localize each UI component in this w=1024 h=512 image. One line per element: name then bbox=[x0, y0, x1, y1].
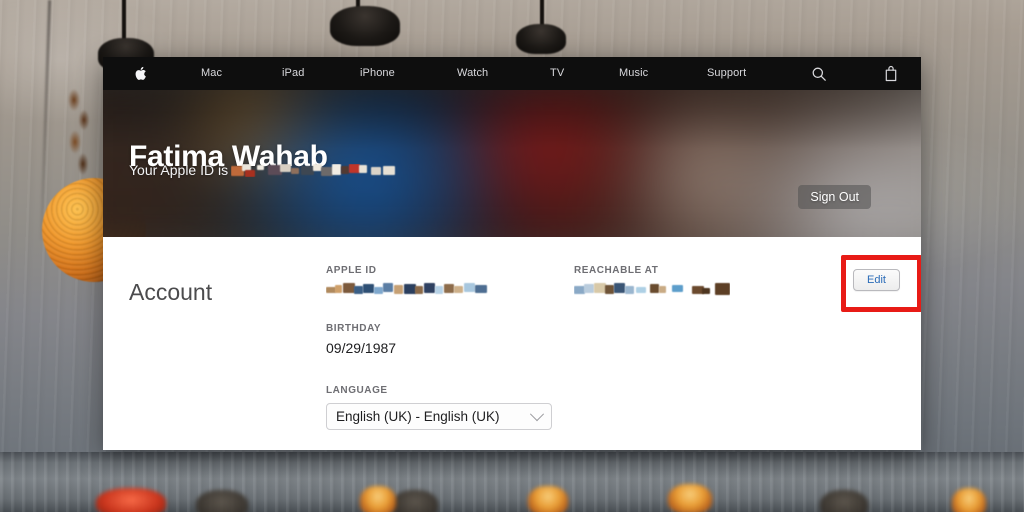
apple-id-value-redacted bbox=[326, 282, 488, 297]
nav-item-watch[interactable]: Watch bbox=[457, 57, 488, 90]
hanging-beads bbox=[66, 86, 92, 186]
apple-id-subtitle: Your Apple ID is bbox=[129, 162, 397, 178]
apple-id-subtitle-prefix: Your Apple ID is bbox=[129, 162, 229, 178]
language-label: LANGUAGE bbox=[326, 385, 388, 396]
field-birthday: BIRTHDAY 09/29/1987 bbox=[326, 323, 396, 356]
glowing-lamp bbox=[392, 490, 438, 512]
field-apple-id: APPLE ID bbox=[326, 265, 488, 297]
lamp-cord bbox=[122, 0, 126, 40]
nav-item-support[interactable]: Support bbox=[707, 57, 746, 90]
apple-logo-icon[interactable] bbox=[132, 57, 148, 90]
field-reachable-at: REACHABLE AT bbox=[574, 265, 730, 297]
sign-out-button[interactable]: Sign Out bbox=[798, 185, 871, 209]
apple-id-subtitle-redacted bbox=[231, 163, 397, 177]
language-selected-value: English (UK) - English (UK) bbox=[336, 409, 500, 424]
nav-item-iphone[interactable]: iPhone bbox=[360, 57, 395, 90]
glowing-lamp bbox=[820, 490, 868, 512]
edit-button[interactable]: Edit bbox=[853, 269, 900, 291]
field-language: LANGUAGE English (UK) - English (UK) bbox=[326, 385, 552, 430]
account-content: Account APPLE ID REACHABLE AT BIRTHDAY 0… bbox=[103, 237, 921, 450]
nav-item-ipad[interactable]: iPad bbox=[282, 57, 304, 90]
birthday-value: 09/29/1987 bbox=[326, 340, 397, 356]
glowing-lamp bbox=[96, 488, 166, 512]
profile-hero-banner: Fatima Wahab Your Apple ID is Sign Out bbox=[103, 90, 921, 237]
glowing-lamp bbox=[528, 486, 568, 512]
nav-item-music[interactable]: Music bbox=[619, 57, 648, 90]
birthday-label: BIRTHDAY bbox=[326, 323, 382, 334]
search-icon[interactable] bbox=[811, 66, 827, 82]
language-select[interactable]: English (UK) - English (UK) bbox=[326, 403, 552, 430]
nav-item-tv[interactable]: TV bbox=[550, 57, 564, 90]
browser-window: Mac iPad iPhone Watch TV Music Support F… bbox=[103, 57, 921, 450]
account-section-title: Account bbox=[129, 279, 213, 306]
glowing-lamp bbox=[952, 488, 986, 512]
reachable-at-value-redacted bbox=[574, 282, 730, 297]
pendant-lamp bbox=[516, 24, 566, 54]
glowing-lamp bbox=[668, 484, 712, 512]
screenshot-root: Mac iPad iPhone Watch TV Music Support F… bbox=[0, 0, 1024, 512]
shopping-bag-icon[interactable] bbox=[883, 65, 899, 82]
pendant-lamp bbox=[330, 6, 400, 46]
chevron-down-icon bbox=[529, 406, 545, 421]
glowing-lamp bbox=[360, 486, 396, 512]
apple-global-nav: Mac iPad iPhone Watch TV Music Support bbox=[103, 57, 921, 90]
nav-item-mac[interactable]: Mac bbox=[201, 57, 222, 90]
apple-id-label: APPLE ID bbox=[326, 265, 377, 276]
glowing-lamp bbox=[196, 490, 248, 512]
reachable-at-label: REACHABLE AT bbox=[574, 265, 659, 276]
